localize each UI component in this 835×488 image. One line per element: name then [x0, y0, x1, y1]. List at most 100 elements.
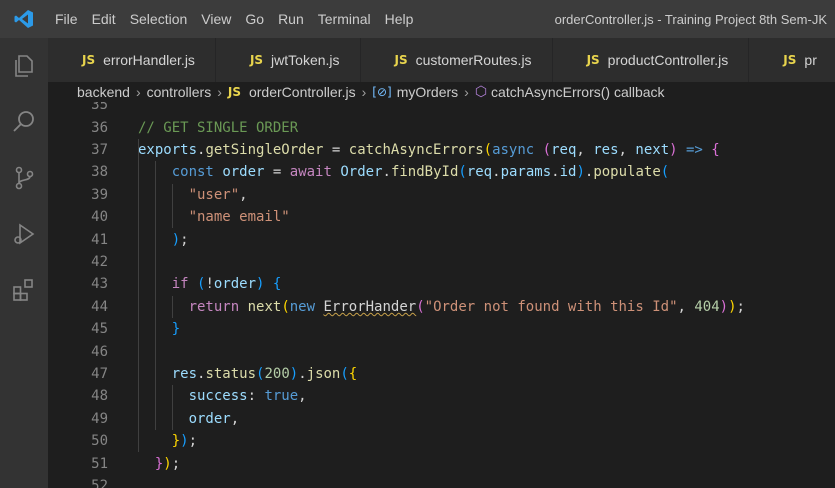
menu-edit[interactable]: Edit [85, 0, 123, 38]
code-line[interactable]: 36 // GET SINGLE ORDER [48, 116, 835, 138]
code-line[interactable]: 51 }); [48, 452, 835, 474]
code-token: ; [180, 231, 189, 248]
code-token: json [306, 365, 341, 382]
code-line[interactable]: 48 success: true, [48, 385, 835, 407]
code-token: ( [483, 141, 493, 158]
code-token: return [188, 298, 240, 315]
code-line[interactable]: 50 }); [48, 430, 835, 452]
indent-guide [138, 138, 139, 453]
extensions-icon[interactable] [0, 262, 48, 318]
code-token: findById [390, 164, 459, 181]
code-token: order [222, 164, 265, 181]
code-line[interactable]: 46 [48, 340, 835, 362]
code-line[interactable]: 38 const order = await Order.findById(re… [48, 161, 835, 183]
tab-jwttoken[interactable]: JS jwtToken.js [215, 38, 361, 82]
code-token: 200 [264, 365, 290, 382]
tab-label: errorHandler.js [103, 52, 195, 68]
breadcrumb-file[interactable]: orderController.js [249, 84, 356, 100]
code-line[interactable]: 41 ); [48, 228, 835, 250]
code-token: ; [736, 298, 745, 315]
run-debug-icon[interactable] [0, 206, 48, 262]
line-number: 38 [91, 164, 108, 181]
menu-terminal[interactable]: Terminal [311, 0, 378, 38]
breadcrumb-symbol-myorders[interactable]: myOrders [397, 84, 458, 100]
code-token: await [289, 164, 332, 181]
code-line[interactable]: 49 order, [48, 408, 835, 430]
indent-guide [171, 183, 173, 229]
code-token: } [171, 321, 181, 338]
code-token: async [492, 141, 535, 158]
indent-guide [171, 295, 173, 318]
code-text: ); [138, 232, 189, 248]
code-token: ( [542, 141, 552, 158]
code-token: success [188, 388, 248, 405]
code-token: res [171, 365, 198, 382]
explorer-icon[interactable] [0, 38, 48, 94]
code-token: populate [593, 164, 661, 181]
line-number: 44 [91, 298, 108, 315]
tab-errorhandler[interactable]: JS errorHandler.js [48, 38, 216, 82]
code-token: ( [458, 164, 467, 181]
code-token: ( [281, 298, 290, 315]
menu-view[interactable]: View [194, 0, 238, 38]
code-line[interactable]: 39 "user", [48, 184, 835, 206]
menu-bar: File Edit Selection View Go Run Terminal… [48, 0, 420, 38]
line-number: 45 [91, 321, 108, 338]
line-number: 50 [91, 433, 108, 450]
code-line[interactable]: 52 [48, 475, 835, 488]
title-bar: File Edit Selection View Go Run Terminal… [0, 0, 835, 38]
menu-run[interactable]: Run [271, 0, 311, 38]
code-token: ! [205, 276, 214, 293]
code-line[interactable]: 44 return next(new ErrorHander("Order no… [48, 296, 835, 318]
code-text: res.status(200).json({ [138, 365, 358, 382]
code-token: "user" [188, 186, 240, 203]
code-token: { [272, 276, 282, 293]
code-token: "name email" [188, 209, 290, 226]
menu-help[interactable]: Help [378, 0, 421, 38]
tab-productcontroller[interactable]: JS productController.js [552, 38, 750, 82]
code-token: ) [669, 141, 678, 158]
variable-symbol-icon: [⊘] [372, 85, 392, 99]
code-token: true [264, 388, 299, 405]
menu-go[interactable]: Go [238, 0, 271, 38]
code-token: . [492, 164, 501, 181]
search-icon[interactable] [0, 94, 48, 150]
code-line[interactable]: 35 [48, 102, 835, 116]
tab-customerroutes[interactable]: JS customerRoutes.js [360, 38, 553, 82]
source-control-icon[interactable] [0, 150, 48, 206]
tab-label: customerRoutes.js [415, 52, 532, 68]
menu-file[interactable]: File [48, 0, 85, 38]
line-number: 41 [91, 231, 108, 248]
code-token: } [171, 433, 181, 450]
breadcrumb-controllers[interactable]: controllers [147, 84, 212, 100]
code-line[interactable]: 43 if (!order) { [48, 273, 835, 295]
code-token: ) [289, 365, 299, 382]
code-token: params [500, 164, 552, 181]
code-line[interactable]: 47 res.status(200).json({ [48, 363, 835, 385]
code-text: // GET SINGLE ORDER [138, 120, 298, 136]
breadcrumb-backend[interactable]: backend [77, 84, 130, 100]
tab-truncated[interactable]: JS pr [749, 38, 835, 82]
code-token: ; [171, 455, 181, 472]
code-text: const order = await Order.findById(req.p… [138, 164, 669, 180]
line-number: 37 [91, 141, 108, 158]
code-token: , [239, 186, 248, 203]
code-editor[interactable]: 35 36// GET SINGLE ORDER 37 exports.getSing… [48, 102, 835, 488]
code-token: exports [138, 141, 198, 158]
code-line[interactable]: 45 } [48, 318, 835, 340]
code-line[interactable]: 40 "name email" [48, 206, 835, 228]
breadcrumb-symbol-callback[interactable]: catchAsyncErrors() callback [491, 84, 665, 100]
menu-selection[interactable]: Selection [123, 0, 195, 38]
code-line[interactable]: 37 exports.getSingleOrder = catchAsyncErr… [48, 139, 835, 161]
code-token: next [635, 141, 670, 158]
tab-label: productController.js [607, 52, 729, 68]
code-line[interactable]: 42 [48, 251, 835, 273]
code-token: , [298, 388, 307, 405]
code-token: ; [188, 433, 198, 450]
code-token: . [382, 164, 391, 181]
